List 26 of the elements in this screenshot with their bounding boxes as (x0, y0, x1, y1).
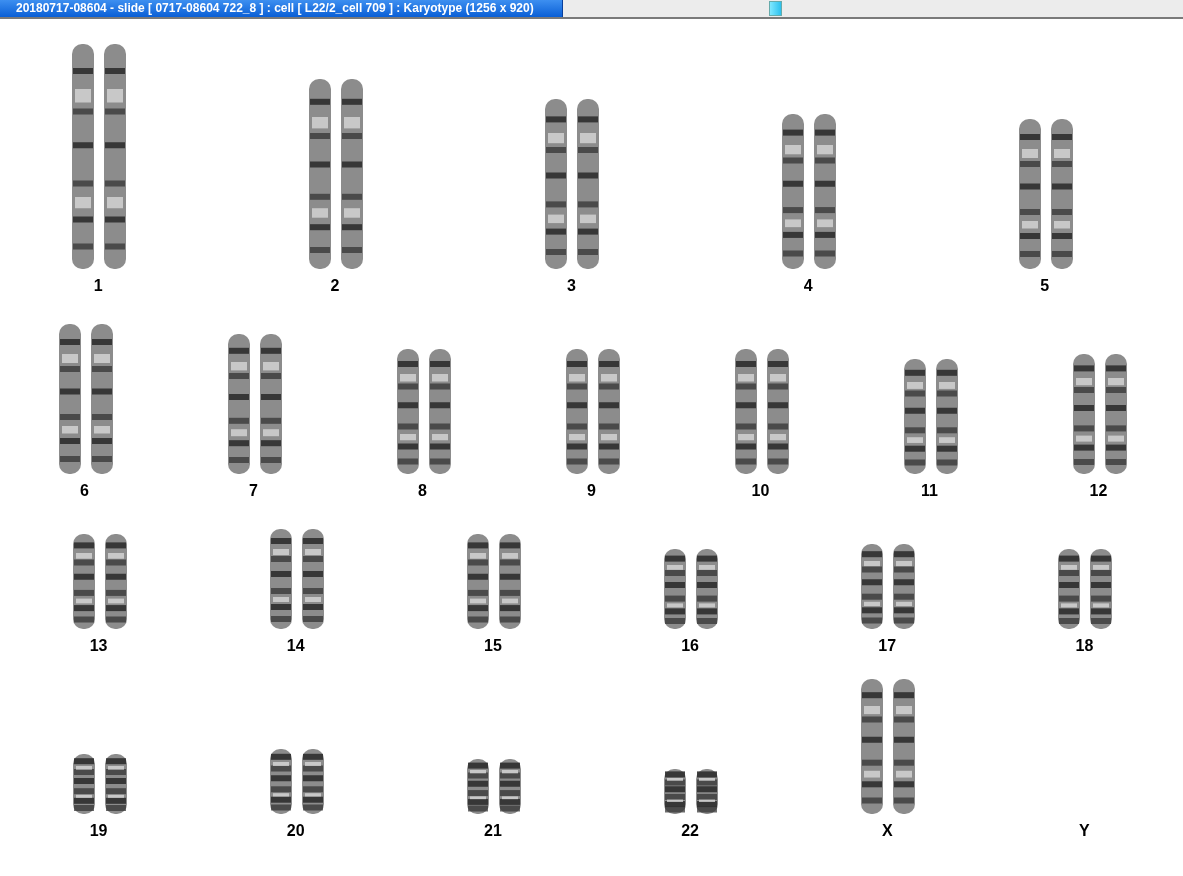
window-title: 20180717-08604 - slide [ 0717-08604 722_8 ] : cell [ L22/2_cell 709 ] : Karyotype (1256 x 920) (0, 0, 563, 17)
chromosome-label: 15 (484, 637, 502, 655)
chromosome-label: 6 (80, 482, 89, 500)
chromosome-label: 1 (93, 277, 103, 295)
chromosome-label: 12 (1089, 482, 1108, 500)
chromosome-label: 10 (751, 482, 770, 500)
chromosome-label: 16 (681, 637, 699, 655)
chromosome-label: 7 (249, 482, 258, 500)
chromosome-label: 2 (330, 277, 340, 295)
chromosome-label: 8 (418, 482, 427, 500)
chromosome-label: 18 (1075, 637, 1094, 655)
chromosome-label: 21 (484, 822, 502, 840)
chromosome-label: 3 (567, 277, 576, 295)
chromosome-label: 19 (89, 822, 108, 840)
scroll-handle-icon[interactable] (769, 1, 782, 16)
chromosome-label: 11 (921, 482, 938, 500)
chromosome-label: 14 (286, 637, 305, 655)
chromosome-label: Y (1079, 822, 1090, 840)
chromosome-label: 13 (89, 637, 108, 655)
chromosome-label: 22 (681, 822, 699, 840)
chromosome-label: 9 (587, 482, 596, 500)
chromosome-label: 17 (878, 637, 897, 655)
chromosome-label: 4 (803, 277, 813, 295)
chromosome-label: 20 (286, 822, 305, 840)
chromosome-label: 5 (1040, 277, 1050, 295)
chromosome-label: X (881, 822, 893, 840)
